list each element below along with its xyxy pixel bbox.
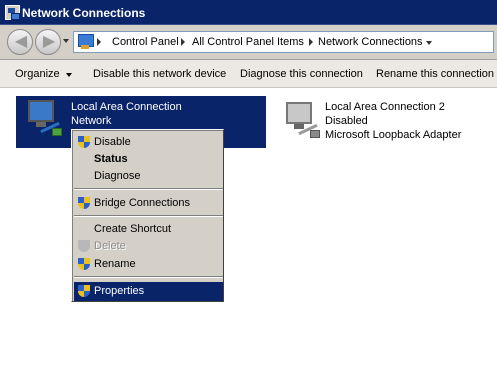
menu-item-label: Status (94, 153, 128, 165)
menu-divider (74, 215, 223, 217)
window-title: Network Connections (22, 6, 146, 20)
back-arrow-icon: ◀ (14, 33, 28, 50)
menu-item-label: Diagnose (94, 170, 141, 182)
connection-item-local-area-2[interactable]: Local Area Connection 2 Disabled Microso… (274, 98, 474, 146)
network-adapter-icon (22, 100, 66, 142)
disable-device-button[interactable]: Disable this network device (93, 68, 226, 80)
recent-pages-dropdown[interactable] (63, 39, 69, 43)
menu-divider (74, 276, 223, 278)
menu-item-label: Bridge Connections (94, 197, 191, 209)
menu-item-delete: Delete (74, 237, 223, 256)
menu-item-label: Disable (94, 136, 131, 148)
uac-shield-icon (78, 240, 90, 253)
uac-shield-icon (78, 258, 90, 271)
menu-item-diagnose[interactable]: Diagnose (74, 167, 223, 186)
address-dropdown-icon[interactable] (426, 41, 432, 45)
diagnose-connection-button[interactable]: Diagnose this connection (240, 68, 363, 80)
breadcrumb-separator-icon[interactable] (97, 38, 101, 46)
menu-divider (74, 188, 223, 190)
menu-item-label: Properties (94, 285, 145, 297)
menu-item-properties[interactable]: Properties (74, 282, 223, 301)
back-button[interactable]: ◀ (7, 29, 33, 55)
menu-item-label: Create Shortcut (94, 223, 172, 235)
rename-connection-button[interactable]: Rename this connection (376, 68, 494, 80)
menu-item-label: Delete (94, 240, 126, 252)
address-bar[interactable]: Control Panel All Control Panel Items Ne… (73, 31, 494, 53)
menu-item-label: Rename (94, 258, 136, 270)
breadcrumb-separator-icon[interactable] (309, 38, 313, 46)
network-connections-icon (5, 5, 20, 20)
breadcrumb-control-panel[interactable]: Control Panel (112, 36, 179, 48)
breadcrumb-network-connections[interactable]: Network Connections (318, 36, 423, 48)
connection-name: Local Area Connection (71, 101, 182, 113)
organize-button[interactable]: Organize (15, 68, 60, 80)
address-toolbar: ◀ ▶ Control Panel All Control Panel Item… (0, 25, 497, 60)
connection-device: Microsoft Loopback Adapter (325, 129, 462, 141)
forward-button[interactable]: ▶ (35, 29, 61, 55)
breadcrumb-separator-icon[interactable] (181, 38, 185, 46)
context-menu: Disable Status Diagnose Bridge Connectio… (71, 129, 224, 302)
network-adapter-disabled-icon (280, 102, 324, 144)
chevron-down-icon[interactable] (66, 73, 72, 77)
uac-shield-icon (78, 136, 90, 149)
menu-item-bridge-connections[interactable]: Bridge Connections (74, 194, 223, 213)
connection-status: Disabled (325, 115, 368, 127)
forward-arrow-icon: ▶ (42, 33, 56, 50)
command-bar: Organize Disable this network device Dia… (0, 60, 497, 88)
connection-name: Local Area Connection 2 (325, 101, 445, 113)
connection-status: Network (71, 115, 112, 127)
control-panel-icon (78, 34, 94, 50)
breadcrumb-all-items[interactable]: All Control Panel Items (192, 36, 304, 48)
menu-item-rename[interactable]: Rename (74, 255, 223, 274)
title-bar[interactable]: Network Connections (0, 0, 497, 25)
uac-shield-icon (78, 285, 90, 298)
uac-shield-icon (78, 197, 90, 210)
